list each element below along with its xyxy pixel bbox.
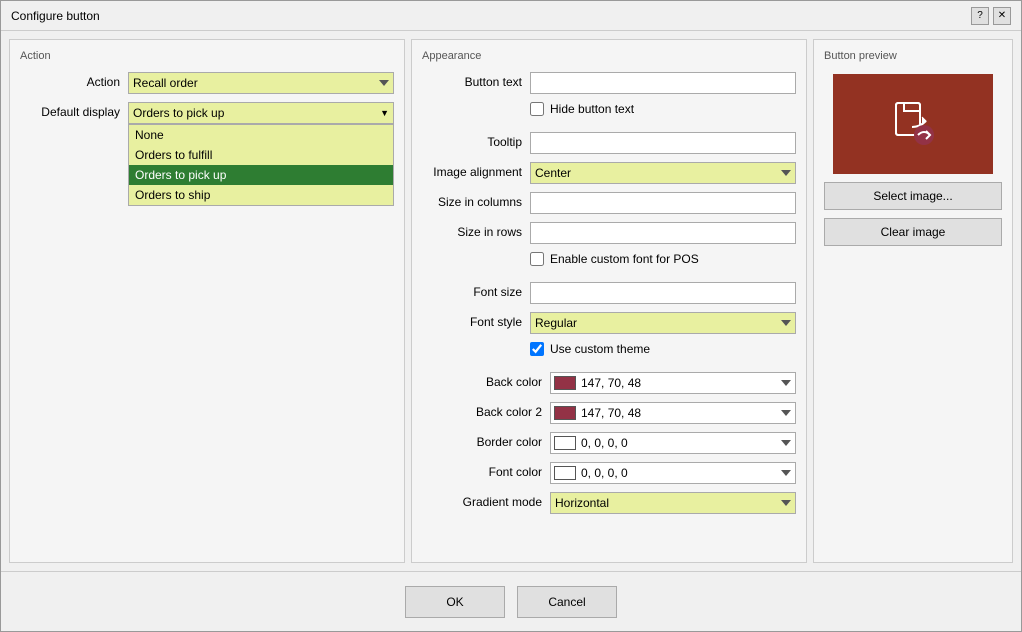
tooltip-label: Tooltip — [422, 132, 522, 149]
font-color-control: 0, 0, 0, 0 — [550, 462, 796, 484]
size-columns-control: 2 — [530, 192, 796, 214]
configure-button-dialog: Configure button ? ✕ Action Action Recal… — [0, 0, 1022, 632]
action-row: Action Recall order — [20, 72, 394, 94]
font-size-control: 12 — [530, 282, 796, 304]
gradient-mode-label: Gradient mode — [442, 492, 542, 509]
enable-custom-font-row: Enable custom font for POS — [422, 252, 796, 274]
help-button[interactable]: ? — [971, 7, 989, 25]
use-custom-theme-label: Use custom theme — [550, 342, 650, 356]
font-size-label: Font size — [422, 282, 522, 299]
button-preview-title: Button preview — [824, 50, 1002, 62]
clear-image-button[interactable]: Clear image — [824, 218, 1002, 246]
hide-button-text-spacer — [422, 102, 522, 105]
gradient-mode-row: Gradient mode Horizontal Vertical None — [422, 492, 796, 514]
appearance-panel: Appearance Button text Recall order Hide… — [411, 39, 807, 563]
border-color-select[interactable]: 0, 0, 0, 0 — [550, 432, 796, 454]
action-label: Action — [20, 72, 120, 89]
use-custom-theme-checkbox[interactable] — [530, 342, 544, 356]
font-size-row: Font size 12 — [422, 282, 796, 304]
size-rows-input[interactable]: 2 — [530, 222, 796, 244]
border-color-label: Border color — [442, 432, 542, 449]
use-custom-theme-row: Use custom theme — [422, 342, 796, 364]
enable-custom-font-spacer — [422, 252, 522, 255]
use-custom-theme-checkbox-row: Use custom theme — [530, 342, 650, 356]
default-display-control: Orders to pick up ▼ None Orders to fulfi… — [128, 102, 394, 124]
dropdown-item-none[interactable]: None — [129, 125, 393, 145]
enable-custom-font-checkbox-row: Enable custom font for POS — [530, 252, 699, 266]
image-alignment-control: Center Left Right — [530, 162, 796, 184]
size-columns-row: Size in columns 2 — [422, 192, 796, 214]
dialog-body: Action Action Recall order Default displ… — [1, 31, 1021, 571]
title-bar-buttons: ? ✕ — [971, 7, 1011, 25]
ok-button[interactable]: OK — [405, 586, 505, 618]
action-panel-title: Action — [20, 50, 394, 62]
font-color-label: Font color — [442, 462, 542, 479]
font-style-label: Font style — [422, 312, 522, 329]
tooltip-input[interactable] — [530, 132, 796, 154]
back-color-label: Back color — [442, 372, 542, 389]
font-color-select[interactable]: 0, 0, 0, 0 — [550, 462, 796, 484]
back-color-control: 147, 70, 48 — [550, 372, 796, 394]
default-display-dropdown: None Orders to fulfill Orders to pick up… — [128, 124, 394, 206]
back-color-select[interactable]: 147, 70, 48 — [550, 372, 796, 394]
cancel-button[interactable]: Cancel — [517, 586, 617, 618]
button-text-row: Button text Recall order — [422, 72, 796, 94]
preview-button — [833, 74, 993, 174]
hide-button-text-row: Hide button text — [422, 102, 796, 124]
enable-custom-font-label: Enable custom font for POS — [550, 252, 699, 266]
border-color-row: Border color 0, 0, 0, 0 — [422, 432, 796, 454]
back-color2-label: Back color 2 — [442, 402, 542, 419]
chevron-down-icon: ▼ — [380, 108, 389, 118]
tooltip-row: Tooltip — [422, 132, 796, 154]
size-rows-label: Size in rows — [422, 222, 522, 239]
enable-custom-font-checkbox[interactable] — [530, 252, 544, 266]
font-color-row: Font color 0, 0, 0, 0 — [422, 462, 796, 484]
use-custom-theme-spacer — [422, 342, 522, 345]
font-style-control: Regular Bold Italic — [530, 312, 796, 334]
default-display-row: Default display Orders to pick up ▼ None… — [20, 102, 394, 124]
gradient-mode-control: Horizontal Vertical None — [550, 492, 796, 514]
default-display-value: Orders to pick up — [133, 106, 224, 120]
font-style-select[interactable]: Regular Bold Italic — [530, 312, 796, 334]
dropdown-item-fulfill[interactable]: Orders to fulfill — [129, 145, 393, 165]
appearance-panel-title: Appearance — [422, 50, 796, 62]
font-size-input[interactable]: 12 — [530, 282, 796, 304]
action-dropdown-wrapper: Recall order — [128, 72, 394, 94]
recall-order-icon — [888, 99, 938, 149]
image-alignment-row: Image alignment Center Left Right — [422, 162, 796, 184]
image-alignment-select[interactable]: Center Left Right — [530, 162, 796, 184]
back-color-row: Back color 147, 70, 48 — [422, 372, 796, 394]
font-style-row: Font style Regular Bold Italic — [422, 312, 796, 334]
size-columns-input[interactable]: 2 — [530, 192, 796, 214]
button-text-control: Recall order — [530, 72, 796, 94]
dropdown-item-ship[interactable]: Orders to ship — [129, 185, 393, 205]
size-columns-label: Size in columns — [422, 192, 522, 209]
tooltip-control — [530, 132, 796, 154]
button-text-input[interactable]: Recall order — [530, 72, 796, 94]
dialog-footer: OK Cancel — [1, 571, 1021, 631]
close-button[interactable]: ✕ — [993, 7, 1011, 25]
gradient-mode-select[interactable]: Horizontal Vertical None — [550, 492, 796, 514]
dropdown-item-pickup[interactable]: Orders to pick up — [129, 165, 393, 185]
default-display-select[interactable]: Orders to pick up ▼ — [128, 102, 394, 124]
border-color-control: 0, 0, 0, 0 — [550, 432, 796, 454]
button-text-label: Button text — [422, 72, 522, 89]
hide-button-text-checkbox-row: Hide button text — [530, 102, 634, 116]
default-display-label: Default display — [20, 102, 120, 119]
button-preview-panel: Button preview Select image... Clear ima… — [813, 39, 1013, 563]
back-color2-row: Back color 2 147, 70, 48 — [422, 402, 796, 424]
image-alignment-label: Image alignment — [422, 162, 522, 179]
action-select[interactable]: Recall order — [128, 72, 394, 94]
hide-button-text-label: Hide button text — [550, 102, 634, 116]
action-panel: Action Action Recall order Default displ… — [9, 39, 405, 563]
dialog-title: Configure button — [11, 9, 100, 23]
back-color2-select[interactable]: 147, 70, 48 — [550, 402, 796, 424]
size-rows-control: 2 — [530, 222, 796, 244]
hide-button-text-checkbox[interactable] — [530, 102, 544, 116]
size-rows-row: Size in rows 2 — [422, 222, 796, 244]
back-color2-control: 147, 70, 48 — [550, 402, 796, 424]
title-bar: Configure button ? ✕ — [1, 1, 1021, 31]
select-image-button[interactable]: Select image... — [824, 182, 1002, 210]
